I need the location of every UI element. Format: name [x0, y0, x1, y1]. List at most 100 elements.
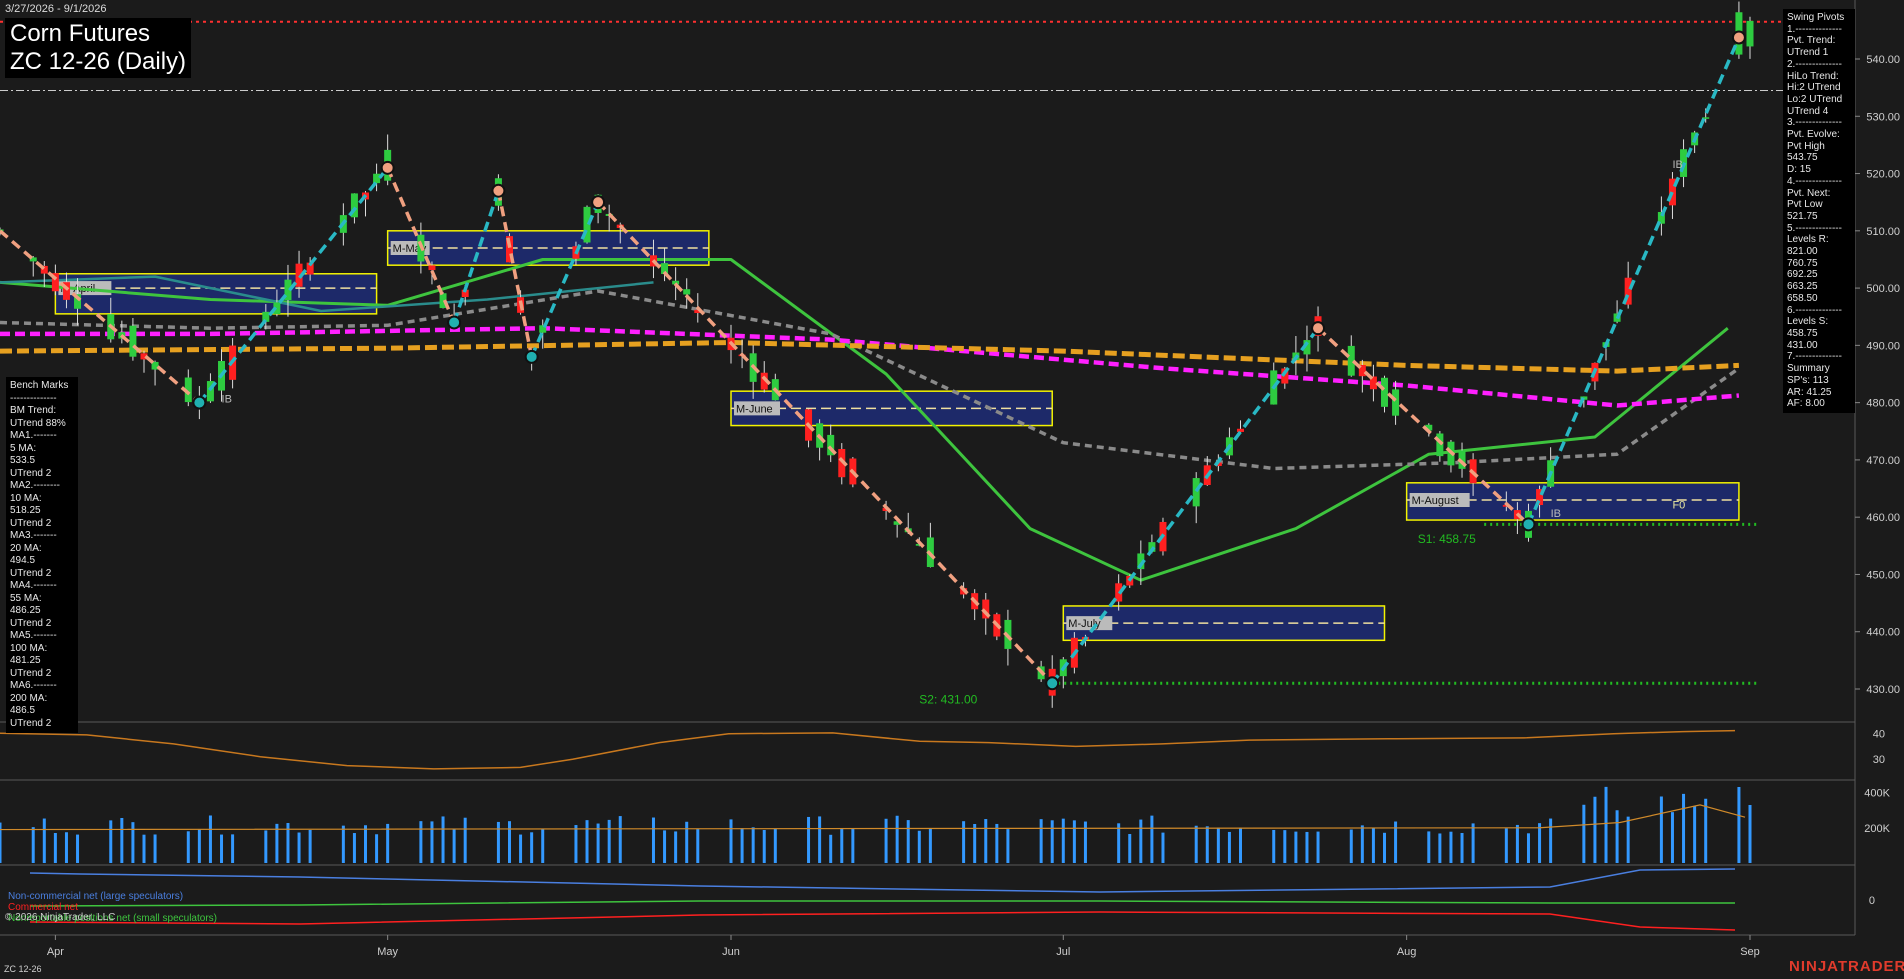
- x-tick-label: Jun: [722, 946, 740, 958]
- s2-label: S2: 431.00: [919, 692, 977, 706]
- swing-low-marker: [1045, 676, 1060, 691]
- symbol-title: ZC 12-26 (Daily): [10, 48, 187, 75]
- swing-line: [496, 190, 534, 358]
- bench_marks-line: Bench Marks: [10, 380, 69, 391]
- ib-label: IB: [222, 394, 232, 406]
- y-tick-label: 450.00: [1866, 569, 1900, 581]
- x-tick-label: Jul: [1056, 946, 1070, 958]
- symbol-footer: ZC 12-26: [4, 964, 42, 974]
- swing_pivots-line: UTrend 4: [1787, 105, 1829, 117]
- swing-high-marker: [1731, 30, 1746, 45]
- volume-tick-label: 200K: [1864, 823, 1890, 835]
- s1-label: S1: 458.75: [1418, 532, 1476, 546]
- y-tick-label: 470.00: [1866, 455, 1900, 467]
- swing_pivots-line: Swing Pivots: [1787, 12, 1845, 23]
- swing_pivots-line: 7.--------------: [1787, 351, 1842, 363]
- bench_marks-line: MA6.-------: [10, 680, 57, 691]
- candle-body: [1746, 20, 1754, 47]
- bench_marks-line: 55 MA:: [10, 592, 42, 604]
- bench_marks-line: 518.25: [10, 505, 41, 516]
- f0-label: F0: [1672, 500, 1685, 512]
- cot-nonreportable-line: [29, 900, 1735, 907]
- x-tick-label: May: [377, 946, 398, 958]
- swing-low-marker: [192, 395, 207, 410]
- swing_pivots-line: D: 15: [1787, 164, 1811, 176]
- x-tick-label: Aug: [1397, 946, 1417, 958]
- swing_pivots-line: Levels R:: [1787, 234, 1829, 246]
- candle-body: [1192, 478, 1200, 507]
- swing_pivots-line: Pvt High: [1787, 140, 1825, 152]
- swing-pivots-panel: Swing Pivots 1.-------------- Pvt. Trend: U…: [1783, 9, 1855, 413]
- y-tick-label: 540.00: [1866, 54, 1900, 66]
- swing_pivots-line: 658.50: [1787, 292, 1818, 304]
- bench_marks-line: UTrend 2: [10, 717, 52, 729]
- bench_marks-line: MA4.-------: [10, 580, 57, 591]
- swing-low-marker: [524, 349, 539, 364]
- swing-low-marker: [1521, 517, 1536, 532]
- bench_marks-line: 200 MA:: [10, 692, 48, 704]
- bench_marks-line: MA2.--------: [10, 480, 60, 491]
- swing_pivots-line: 4.--------------: [1787, 175, 1842, 187]
- candle-body: [1436, 433, 1444, 457]
- bench_marks-line: 100 MA:: [10, 642, 48, 654]
- candle-body: [373, 173, 381, 184]
- swing_pivots-line: 663.25: [1787, 281, 1818, 293]
- swing-high-marker: [591, 195, 606, 210]
- cot-tick-label: 0: [1869, 895, 1875, 907]
- moving-average-55-ma: [0, 289, 1740, 471]
- date-range: 3/27/2026 - 9/1/2026: [5, 3, 107, 15]
- swing_pivots-line: 6.--------------: [1787, 304, 1842, 316]
- y-tick-label: 490.00: [1866, 340, 1900, 352]
- volume-tick-label: 400K: [1864, 788, 1890, 800]
- bench_marks-line: 5 MA:: [10, 442, 37, 454]
- x-tick-label: Sep: [1740, 946, 1760, 958]
- x-tick-label: Apr: [47, 946, 64, 958]
- y-tick-label: 500.00: [1866, 283, 1900, 295]
- bench_marks-line: UTrend 2: [10, 517, 52, 529]
- candle-body: [428, 265, 436, 271]
- bench_marks-line: UTrend 2: [10, 467, 52, 479]
- y-tick-label: 530.00: [1866, 111, 1900, 123]
- candle-body: [683, 289, 691, 295]
- bench_marks-line: 486.5: [10, 705, 36, 716]
- bench_marks-line: --------------: [10, 392, 57, 404]
- y-tick-label: 520.00: [1866, 169, 1900, 181]
- swing_pivots-line: 521.75: [1787, 210, 1818, 222]
- bench_marks-line: 10 MA:: [10, 492, 42, 504]
- swing-low-marker: [447, 315, 462, 330]
- swing_pivots-line: Summary: [1787, 363, 1830, 375]
- swing_pivots-line: 821.00: [1787, 246, 1818, 258]
- bench_marks-line: 486.25: [10, 605, 41, 616]
- swing_pivots-line: HiLo Trend:: [1787, 70, 1839, 82]
- y-tick-label: 510.00: [1866, 226, 1900, 238]
- swing_pivots-line: Levels S:: [1787, 316, 1829, 328]
- ninjatrader-logo: NINJATRADER: [1789, 958, 1904, 975]
- price-chart[interactable]: 540.00 530.00 520.00 510.00 500.00 490.00 480.…: [0, 0, 1904, 979]
- bench_marks-line: 481.25: [10, 655, 41, 666]
- bench_marks-line: 20 MA:: [10, 542, 42, 554]
- swing_pivots-line: AF: 8.00: [1787, 398, 1825, 410]
- instrument-name: Corn Futures: [10, 20, 151, 47]
- swing_pivots-line: 692.25: [1787, 269, 1818, 281]
- swing_pivots-line: Pvt Low: [1787, 199, 1823, 211]
- swing_pivots-line: 2.--------------: [1787, 58, 1842, 70]
- swing_pivots-line: 458.75: [1787, 327, 1818, 339]
- swing_pivots-line: AR: 41.25: [1787, 386, 1832, 398]
- swing_pivots-line: Pvt. Trend:: [1787, 35, 1836, 47]
- candle-body: [129, 325, 137, 357]
- moving-average-200-ma: [0, 340, 1740, 374]
- chart-title-box: Corn Futures ZC 12-26 (Daily): [5, 18, 192, 78]
- swing_pivots-line: 1.--------------: [1787, 23, 1842, 35]
- swing_pivots-line: 543.75: [1787, 152, 1818, 164]
- legend-noncommercial: Non-commercial net (large speculators): [8, 891, 184, 902]
- bench_marks-line: UTrend 2: [10, 617, 52, 629]
- bench_marks-line: MA5.-------: [10, 630, 57, 641]
- ib-label: IB: [1672, 159, 1682, 171]
- candle-body: [1392, 389, 1400, 416]
- month-box-label: M-August: [1412, 495, 1459, 507]
- adx-tick-label: 30: [1873, 754, 1885, 766]
- y-tick-label: 460.00: [1866, 512, 1900, 524]
- bench-marks-panel: Bench Marks -------------- BM Trend: UTrend…: [6, 377, 78, 733]
- candle-body: [1380, 377, 1388, 407]
- bench_marks-line: UTrend 2: [10, 567, 52, 579]
